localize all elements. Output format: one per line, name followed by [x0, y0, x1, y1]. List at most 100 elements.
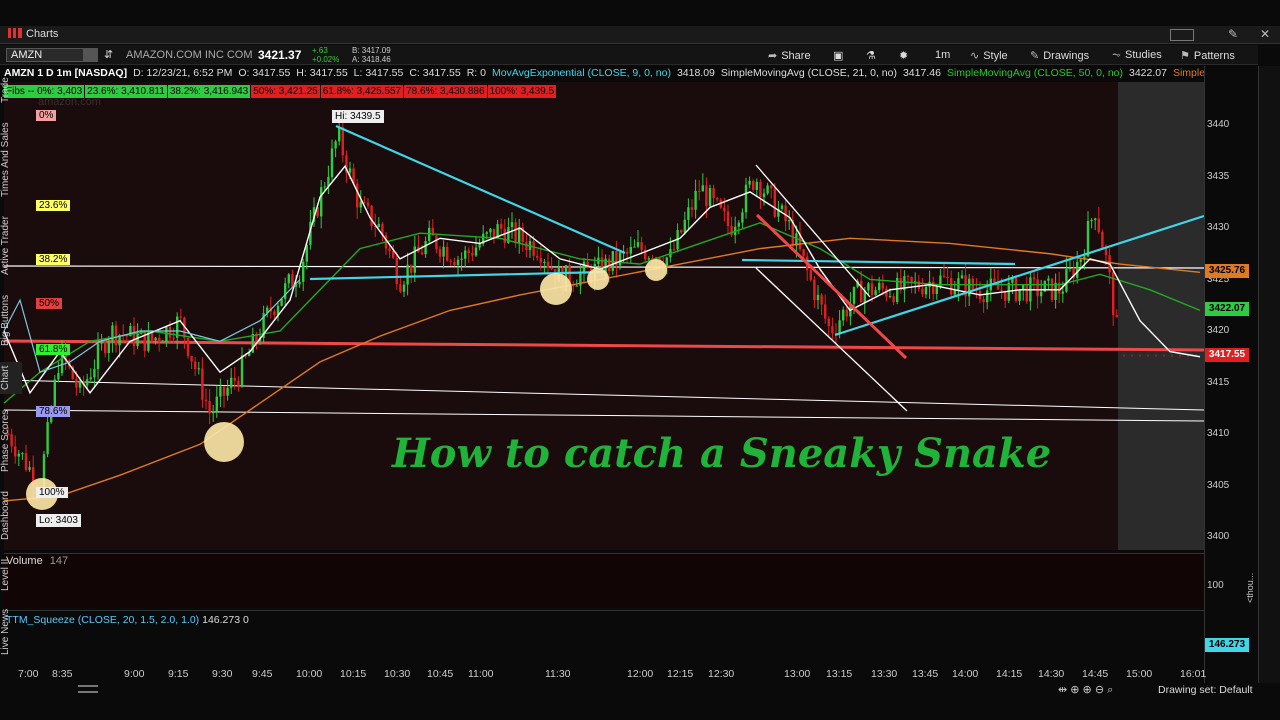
candle — [860, 280, 863, 303]
last-price-badge: 3417.55 — [1205, 348, 1249, 362]
candle — [363, 201, 366, 203]
candle — [395, 257, 398, 285]
candle — [737, 222, 740, 227]
price-tick: 3430 — [1207, 222, 1230, 233]
candle — [284, 283, 287, 299]
candle — [478, 243, 481, 248]
candle — [222, 386, 226, 396]
time-tick: 9:30 — [212, 668, 233, 680]
candle — [132, 326, 136, 347]
sidebar-chart[interactable]: Chart — [0, 362, 22, 394]
fib-label-100: 100% — [36, 487, 68, 498]
candle — [942, 275, 946, 277]
candle — [1097, 218, 1100, 233]
candle — [53, 379, 56, 410]
sidebar-trade[interactable]: Trade — [0, 72, 22, 108]
sidebar-times-and-sales[interactable]: Times And Sales — [0, 120, 22, 200]
candle — [377, 223, 380, 228]
candle — [179, 316, 182, 318]
price-tick: 3435 — [1207, 171, 1230, 182]
candle — [424, 240, 427, 255]
candle — [89, 377, 92, 380]
candle — [489, 228, 492, 233]
candle — [532, 241, 535, 256]
sidebar-active-trader[interactable]: Active Trader — [0, 212, 22, 280]
uptrend-line — [834, 214, 1205, 337]
candle — [291, 274, 294, 287]
candle — [626, 251, 629, 254]
candle — [816, 294, 820, 301]
time-axis[interactable]: 7:00 8:35 9:00 9:15 9:30 9:45 10:00 10:15 10:30 1… — [4, 668, 1206, 682]
time-tick: 9:00 — [124, 668, 145, 680]
time-tick: 10:15 — [340, 668, 367, 680]
candle — [946, 276, 949, 279]
candle — [770, 185, 773, 189]
sma50-price-badge: 3422.07 — [1205, 302, 1249, 316]
candle — [687, 207, 690, 220]
candle — [881, 282, 884, 289]
candle — [107, 340, 110, 354]
candle — [827, 318, 830, 327]
time-tick: 11:30 — [545, 668, 571, 680]
candle — [543, 261, 546, 263]
candle — [96, 343, 100, 370]
candle — [406, 264, 409, 285]
candle — [1079, 259, 1082, 262]
sidebar-big-buttons[interactable]: Big Buttons — [0, 290, 22, 350]
candle — [629, 246, 632, 254]
candle — [802, 249, 805, 257]
drawing-set[interactable]: Drawing set: Default — [1158, 684, 1253, 696]
candle — [514, 222, 517, 244]
candle — [784, 205, 787, 222]
candle — [1094, 218, 1097, 220]
sidebar-dashboard[interactable]: Dashboard — [0, 488, 22, 544]
sidebar-live-news[interactable]: Live News — [0, 606, 22, 658]
candle — [842, 309, 845, 321]
candle — [467, 250, 470, 254]
highlight-circle — [587, 268, 609, 290]
candle — [500, 224, 503, 229]
candle — [154, 337, 157, 341]
time-tick: 10:30 — [384, 668, 411, 680]
candle — [212, 411, 215, 414]
candle — [24, 453, 28, 470]
candle — [809, 270, 812, 280]
candle — [370, 205, 373, 226]
candle — [1014, 277, 1018, 301]
time-tick: 13:45 — [912, 668, 939, 680]
candle — [910, 277, 913, 283]
candle — [197, 368, 200, 370]
candle — [546, 261, 550, 268]
zoom-controls-icon[interactable]: ⇹ ⊕ ⊕ ⊖ ⌕ — [1058, 683, 1113, 697]
candle — [100, 341, 103, 344]
candle — [104, 341, 107, 354]
trend-line — [3, 379, 1205, 411]
pane-resize-handle[interactable] — [78, 685, 98, 693]
candle — [1065, 269, 1068, 292]
candle — [744, 184, 748, 213]
candle — [1000, 289, 1003, 291]
video-title: How to catch a Sneaky Snake — [392, 430, 1052, 477]
candle — [705, 185, 708, 206]
time-tick: 13:00 — [784, 668, 811, 680]
candle — [1061, 291, 1064, 294]
candle — [510, 222, 514, 228]
candle — [78, 381, 82, 388]
volume-axis-tick: 100 — [1207, 580, 1224, 591]
volume-pane[interactable] — [4, 553, 1204, 607]
candle — [773, 188, 776, 217]
sidebar-level-ii[interactable]: Level II — [0, 556, 22, 594]
price-tick: 3400 — [1207, 531, 1230, 542]
candle — [143, 330, 146, 351]
candle — [208, 401, 211, 414]
price-tick: 3420 — [1207, 325, 1230, 336]
candle — [471, 253, 474, 256]
candle — [730, 225, 733, 236]
candle — [341, 127, 344, 156]
candle — [449, 260, 452, 262]
high-label: Hi: 3439.5 — [332, 110, 384, 123]
time-tick: 14:45 — [1082, 668, 1109, 680]
candle — [442, 246, 445, 257]
sidebar-phase-scores[interactable]: Phase Scores — [0, 406, 22, 476]
candle — [1032, 277, 1036, 280]
